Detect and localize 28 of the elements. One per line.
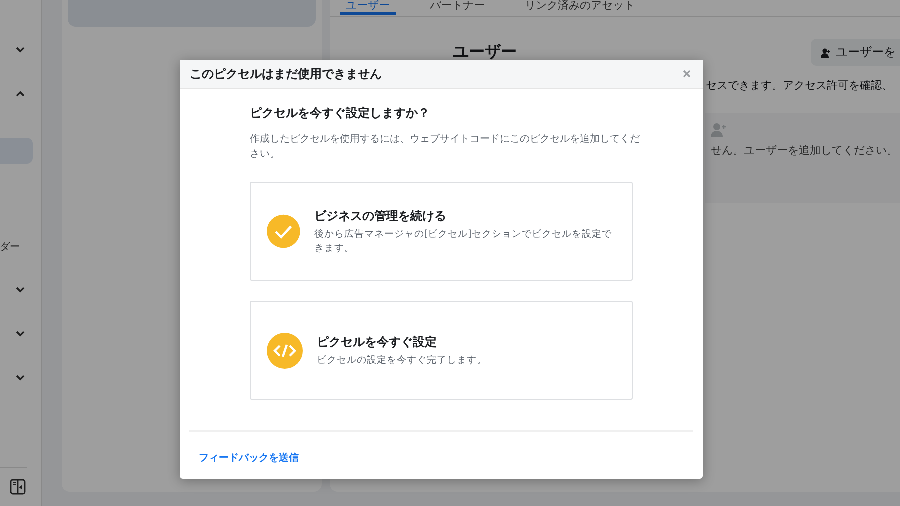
description-text: セスできます。アクセス許可を確認、 (706, 78, 894, 93)
section-heading: ユーザー (453, 42, 517, 63)
dialog-description: 作成したピクセルを使用するには、ウェブサイトコードにこのピクセルを追加してください。 (250, 132, 640, 162)
tab[interactable]: リンク済みのアセット (519, 0, 641, 15)
panel-toggle-icon[interactable] (10, 479, 26, 495)
option-card[interactable]: ピクセルを今すぐ設定 ピクセルの設定を今すぐ完了します。 (250, 301, 633, 400)
empty-state-text: せん。ユーザーを追加してください。 (711, 143, 899, 158)
option-card[interactable]: ビジネスの管理を続ける 後から広告マネージャの[ピクセル]セクションでピクセルを設定できます。 (250, 182, 633, 281)
chevron-up-icon[interactable] (16, 91, 25, 97)
checkmark-icon (267, 213, 300, 250)
chevron-down-icon[interactable] (16, 47, 25, 53)
dialog-title: このピクセルはまだ使用できません (190, 66, 382, 82)
tab[interactable]: ユーザー (340, 0, 396, 15)
dialog-heading: ピクセルを今すぐ設定しますか？ (250, 105, 431, 122)
feedback-link[interactable]: フィードバックを送信 (199, 453, 299, 464)
person-icon (821, 48, 831, 58)
option-description: 後から広告マネージャの[ピクセル]セクションでピクセルを設定できます。 (314, 228, 613, 256)
option-description: ピクセルの設定を今すぐ完了します。 (317, 354, 487, 368)
add-person-icon (711, 123, 727, 137)
tab[interactable]: パートナー (424, 0, 491, 15)
sidebar-label: ダー (0, 241, 21, 254)
chevron-down-icon[interactable] (16, 375, 25, 381)
code-icon (267, 332, 303, 368)
option-title: ビジネスの管理を続ける (314, 208, 448, 224)
chevron-down-icon[interactable] (16, 331, 25, 337)
option-title: ピクセルを今すぐ設定 (317, 334, 438, 350)
chevron-down-icon[interactable] (16, 287, 25, 293)
add-user-button[interactable]: ユーザーを (811, 39, 900, 66)
